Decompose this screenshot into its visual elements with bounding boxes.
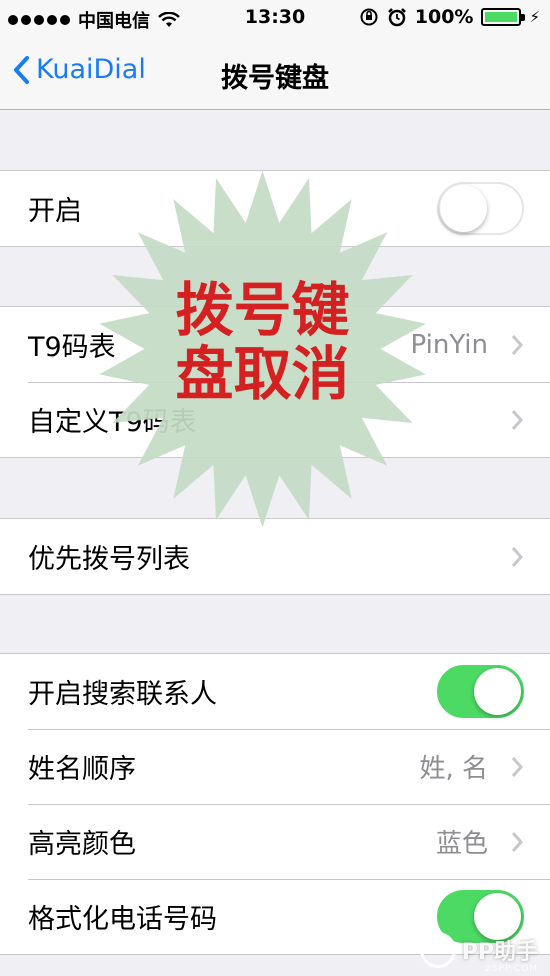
overlay-line-2: 盘取消 [175,340,350,408]
battery-percent: 100% [414,6,474,28]
status-right: 100% ⚡ [359,6,540,28]
row-priority-list[interactable]: 优先拨号列表 [0,519,550,594]
overlay-caption: 拨号键 盘取消 [95,278,430,406]
watermark-sub: 25PP.COM [485,964,538,974]
row-name-order[interactable]: 姓名顺序 姓, 名 [0,729,550,804]
page-title: 拨号键盘 [221,63,329,94]
row-label: 高亮颜色 [28,829,136,860]
charging-icon: ⚡ [529,8,540,26]
pp-logo-icon [419,932,456,968]
row-search-contacts: 开启搜索联系人 [0,654,550,729]
battery-icon [481,8,526,26]
chevron-right-icon [511,335,524,355]
chevron-right-icon [511,410,524,430]
chevron-right-icon [511,832,524,852]
alarm-icon [387,8,406,27]
row-label: 开启 [28,196,82,227]
rotation-lock-icon [360,8,378,26]
chevron-right-icon [511,757,524,777]
watermark: PP助手 25PP.COM [419,932,538,974]
row-label: 开启搜索联系人 [28,679,217,710]
watermark-text: PP助手 [461,940,538,965]
settings-group-search: 开启搜索联系人 姓名顺序 姓, 名 高亮颜色 蓝色 格式化电话号码 [0,653,550,955]
row-value: 姓, 名 [419,754,488,784]
row-label: 格式化电话号码 [28,904,217,935]
enable-toggle[interactable] [437,182,524,235]
row-value: 蓝色 [435,829,488,859]
row-label: 姓名顺序 [28,754,136,785]
overlay-line-1: 拨号键 [175,276,350,344]
search-contacts-toggle[interactable] [437,665,524,718]
row-label: 优先拨号列表 [28,544,190,575]
row-highlight-color[interactable]: 高亮颜色 蓝色 [0,804,550,879]
navigation-bar: KuaiDial 拨号键盘 [0,36,550,110]
chevron-right-icon [511,547,524,567]
status-bar: 中国电信 13:30 100% ⚡ [0,0,550,36]
